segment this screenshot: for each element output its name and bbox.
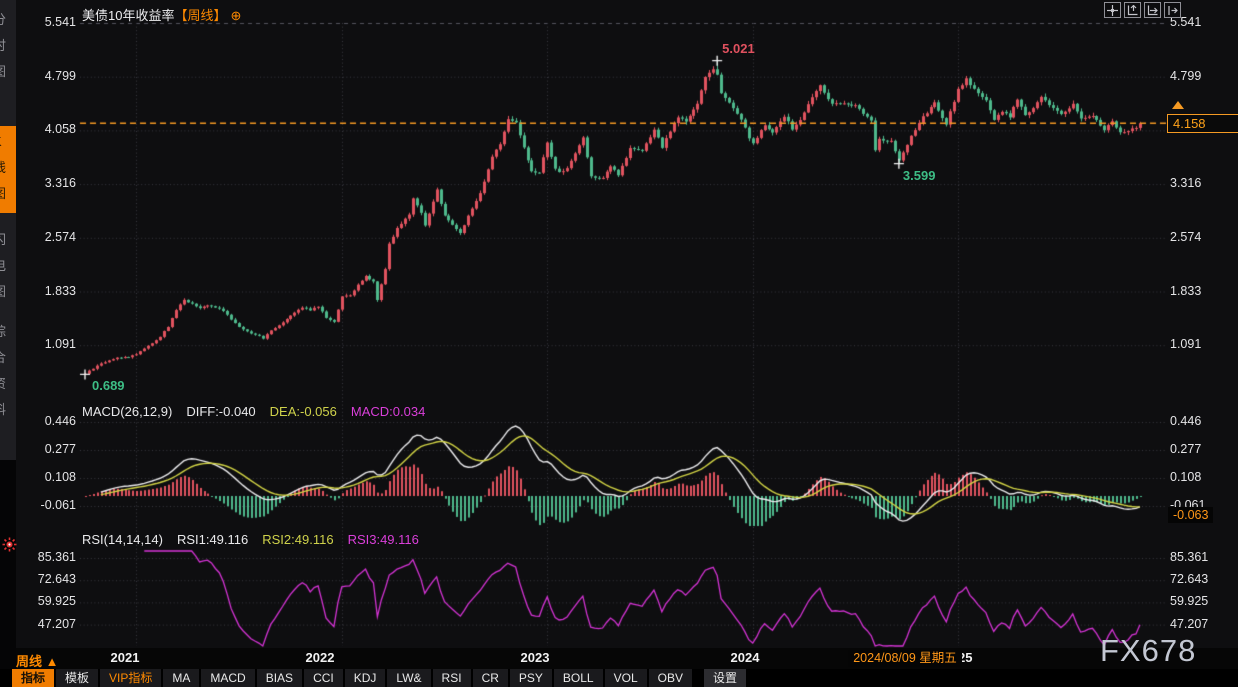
left-sidebar: 分 时 图 K 线 图闪 电 图综 合 资 料 [0, 0, 16, 669]
rsi-axis-label: 59.925 [1170, 594, 1208, 608]
price-axis-label: 3.316 [20, 176, 76, 190]
xaxis-year-label: 2024 [731, 650, 760, 665]
toolbar-tab-psy[interactable]: PSY [510, 669, 552, 687]
red-burst-icon[interactable] [2, 537, 17, 552]
price-axis-label: 4.799 [20, 69, 76, 83]
toolbar-tab-设置[interactable]: 设置 [704, 669, 746, 687]
low-price-annotation: 3.599 [903, 168, 936, 183]
macd-diff-value: DIFF:-0.040 [186, 404, 255, 419]
toolbar-tab-kdj[interactable]: KDJ [345, 669, 386, 687]
sidebar-item-label: 闪 电 图 [0, 227, 16, 305]
rsi3-value: RSI3:49.116 [348, 532, 419, 547]
toolbar-tab-cci[interactable]: CCI [304, 669, 343, 687]
price-axis-label: 2.574 [20, 230, 76, 244]
toolbar-tab-macd[interactable]: MACD [201, 669, 254, 687]
price-arrow-marker [1172, 101, 1184, 109]
toolbar-tab-boll[interactable]: BOLL [554, 669, 603, 687]
indicator-toolbar: 指标模板VIP指标MAMACDBIASCCIKDJLW&RSICRPSYBOLL… [0, 669, 1238, 687]
toolbar-tab-vip指标[interactable]: VIP指标 [100, 669, 161, 687]
rsi-axis-label: 59.925 [20, 594, 76, 608]
last-price-tag: 4.158 [1167, 114, 1238, 133]
circle-plus-icon[interactable]: ⊕ [230, 8, 241, 23]
rsi2-value: RSI2:49.116 [262, 532, 333, 547]
toolbar-tab-lw&[interactable]: LW& [387, 669, 430, 687]
rsi-axis-label: 72.643 [20, 572, 76, 586]
period-selector[interactable]: 周线 ▲ [16, 651, 59, 670]
sidebar-item-label: K 线 图 [0, 129, 16, 207]
price-axis-label: 4.058 [20, 122, 76, 136]
sidebar-item-1[interactable]: 分 时 图 [0, 4, 16, 91]
rsi-axis-label: 47.207 [1170, 617, 1208, 631]
macd-axis-label: 0.277 [20, 442, 76, 456]
toolbar-tab-bias[interactable]: BIAS [257, 669, 302, 687]
crosshair-move-icon[interactable] [1104, 2, 1121, 18]
rsi-axis-label: 85.361 [20, 550, 76, 564]
sidebar-item-4[interactable]: 综 合 资 料 [0, 316, 16, 429]
macd-axis-label: 0.108 [1170, 470, 1201, 484]
toolbar-tab-cr[interactable]: CR [473, 669, 508, 687]
macd-current-tag: -0.063 [1168, 507, 1213, 523]
macd-axis-label: 0.446 [20, 414, 76, 428]
toolbar-tab-obv[interactable]: OBV [649, 669, 692, 687]
period-label: 周线 [16, 654, 42, 669]
collapse-panel-icon[interactable] [1164, 2, 1181, 18]
xaxis-strip [0, 648, 1238, 669]
macd-axis-label: -0.061 [20, 498, 76, 512]
price-axis-label: 1.833 [1170, 284, 1201, 298]
start-low-annotation: 0.689 [92, 378, 125, 393]
fx678-watermark: FX678 [1100, 633, 1196, 669]
macd-axis-label: 0.446 [1170, 414, 1201, 428]
axis-scale-right-icon[interactable] [1144, 2, 1161, 18]
macd-axis-label: 0.277 [1170, 442, 1201, 456]
xaxis-year-label: 2023 [521, 650, 550, 665]
chevron-up-icon: ▲ [46, 654, 59, 669]
chart-application: 分 时 图 K 线 图闪 电 图综 合 资 料 美债10年收益率【周线】 ⊕ [0, 0, 1238, 687]
macd-readout: MACD(26,12,9) DIFF:-0.040 DEA:-0.056 MACD:0… [82, 404, 425, 419]
rsi1-value: RSI1:49.116 [177, 532, 248, 547]
xaxis-year-label: 2021 [111, 650, 140, 665]
xaxis-year-label: 2022 [306, 650, 335, 665]
toolbar-tab-模板[interactable]: 模板 [56, 669, 98, 687]
rsi-axis-label: 85.361 [1170, 550, 1208, 564]
price-axis-label: 4.799 [1170, 69, 1201, 83]
price-axis-label: 1.091 [1170, 337, 1201, 351]
selected-date-tag: 2024/08/09 星期五 [848, 650, 962, 667]
rsi-axis-label: 47.207 [20, 617, 76, 631]
price-axis-label: 3.316 [1170, 176, 1201, 190]
sidebar-lower-panel [0, 460, 16, 669]
price-axis-label: 2.574 [1170, 230, 1201, 244]
toolbar-tab-vol[interactable]: VOL [605, 669, 647, 687]
price-axis-label: 1.091 [20, 337, 76, 351]
high-price-annotation: 5.021 [722, 41, 755, 56]
sidebar-item-3[interactable]: 闪 电 图 [0, 224, 16, 311]
price-axis-label: 5.541 [20, 15, 76, 29]
macd-axis-label: 0.108 [20, 470, 76, 484]
price-axis-label: 1.833 [20, 284, 76, 298]
macd-macd-value: MACD:0.034 [351, 404, 425, 419]
toolbar-tab-ma[interactable]: MA [163, 669, 199, 687]
axis-scale-up-icon[interactable] [1124, 2, 1141, 18]
macd-title: MACD(26,12,9) [82, 404, 172, 419]
rsi-axis-label: 72.643 [1170, 572, 1208, 586]
sidebar-item-label: 分 时 图 [0, 7, 16, 85]
chart-title: 美债10年收益率【周线】 ⊕ [82, 5, 241, 24]
rsi-title: RSI(14,14,14) [82, 532, 163, 547]
toolbar-tab-rsi[interactable]: RSI [433, 669, 471, 687]
sidebar-item-label: 综 合 资 料 [0, 319, 16, 423]
chart-canvas[interactable] [0, 0, 1238, 687]
macd-dea-value: DEA:-0.056 [270, 404, 337, 419]
symbol-name: 美债10年收益率 [82, 8, 174, 23]
sidebar-item-2[interactable]: K 线 图 [0, 126, 16, 213]
chart-toolbar-icons [1104, 2, 1181, 18]
period-badge: 【周线】 [174, 8, 226, 23]
rsi-readout: RSI(14,14,14) RSI1:49.116 RSI2:49.116 RSI3:… [82, 532, 419, 547]
toolbar-tab-指标[interactable]: 指标 [12, 669, 54, 687]
